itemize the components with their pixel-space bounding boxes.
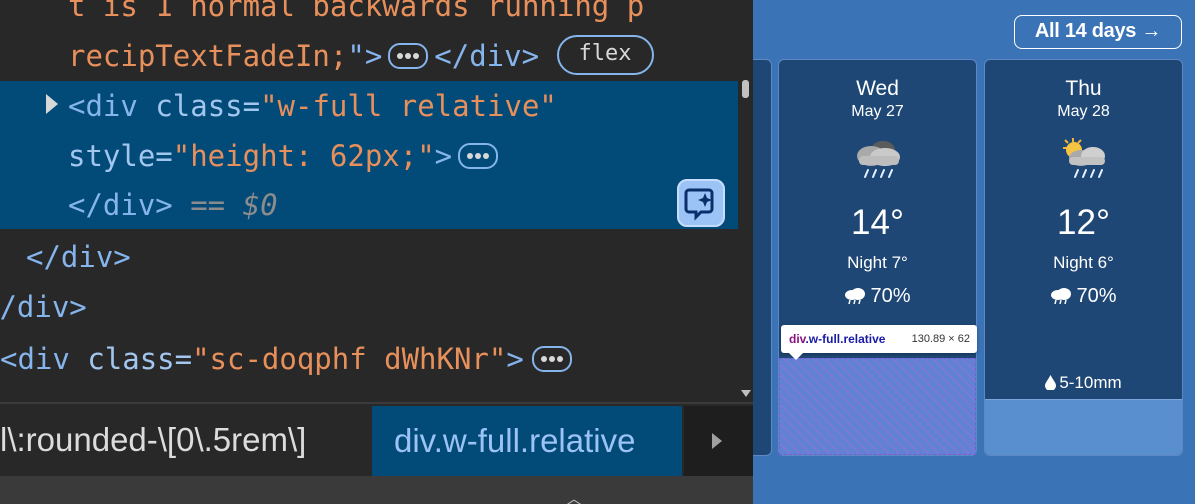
code-line-5[interactable]: </div> == $0: [68, 185, 278, 229]
ellipsis-icon[interactable]: [388, 43, 429, 69]
ellipsis-icon[interactable]: [531, 346, 572, 372]
tree-scrollbar[interactable]: [738, 80, 753, 402]
rain-amount-value: 5-10mm: [1059, 373, 1122, 392]
tooltip-dimensions: 130.89 × 62: [911, 333, 970, 345]
chevron-up-icon[interactable]: ︿: [566, 491, 582, 504]
cloud-rain-small-icon: [1051, 288, 1072, 305]
closing-tag: </div>: [68, 188, 173, 222]
all-days-button[interactable]: All 14 days →: [1014, 15, 1182, 49]
code-line-7[interactable]: </div>: [0, 287, 87, 331]
code-line-3[interactable]: <div class="w-full relative": [68, 86, 557, 130]
tooltip-selector: div.w-full.relative: [789, 325, 885, 353]
tag-open: <div: [68, 89, 156, 123]
night-temperature: Night 7°: [847, 253, 908, 272]
closing-tag: </div>: [0, 290, 87, 324]
breadcrumb-item-selected[interactable]: div.w-full.relative: [372, 406, 682, 476]
attribute-value-text: recipTextFadeIn;: [68, 39, 348, 73]
tag-close: >: [506, 342, 524, 376]
breadcrumb-item[interactable]: l\:rounded-\[0\.5rem\]: [0, 404, 306, 476]
precipitation-value: 70%: [1076, 285, 1117, 307]
day-name: Wed: [856, 77, 899, 100]
day-date: May 27: [851, 103, 904, 120]
code-line-8[interactable]: <div class="sc-doqphf dWhKNr">: [0, 339, 572, 383]
cloud-rain-icon: [857, 141, 900, 178]
code-line-6[interactable]: </div>: [26, 237, 131, 281]
droplet-icon: [1045, 375, 1057, 391]
selected-node-reference: == $0: [172, 188, 278, 222]
attribute-name: class=: [155, 89, 261, 123]
day-card-previous[interactable]: [753, 59, 772, 456]
tooltip-classes: .w-full.relative: [805, 332, 886, 346]
breadcrumb: l\:rounded-\[0\.5rem\] div.w-full.relati…: [0, 402, 753, 478]
sun-cloud-rain-icon: [1063, 138, 1105, 178]
triangle-right-icon: [712, 433, 722, 449]
breadcrumb-next-button[interactable]: [684, 406, 753, 476]
day-name: Thu: [1065, 77, 1102, 100]
closing-tag: </div>: [434, 39, 540, 73]
code-line-4[interactable]: style="height: 62px;">: [68, 136, 499, 180]
closing-tag: </div>: [26, 240, 131, 274]
precip-bar: [985, 399, 1182, 455]
expand-triangle-icon[interactable]: [46, 94, 58, 114]
drawer-strip: [0, 476, 753, 504]
precipitation-chance: 70%: [779, 285, 976, 308]
tooltip-tag-name: div: [789, 332, 806, 346]
rain-amount: 5-10mm: [985, 373, 1182, 393]
day-card[interactable]: Thu May 28 12° Night 6° 70% 5-10mm: [984, 59, 1183, 456]
scrollbar-thumb[interactable]: [742, 80, 749, 98]
ai-assist-button[interactable]: [677, 179, 725, 227]
code-line-2[interactable]: recipTextFadeIn;"> </div> flex: [68, 35, 654, 80]
flex-badge[interactable]: flex: [556, 35, 654, 75]
precipitation-value: 70%: [870, 285, 911, 307]
code-line-1[interactable]: t is 1 normal backwards running p: [68, 0, 644, 30]
tag-open: <div: [0, 342, 88, 376]
inspector-tooltip: div.w-full.relative 130.89 × 62: [781, 325, 977, 360]
cloud-rain-small-icon: [845, 288, 866, 305]
devtools-elements-panel: t is 1 normal backwards running p recipT…: [0, 0, 753, 504]
tag-close: >: [434, 139, 453, 173]
day-date: May 28: [1057, 103, 1110, 120]
attribute-name: style=: [68, 139, 173, 173]
inspected-element-overlay: [779, 358, 976, 455]
scroll-down-arrow-icon[interactable]: [741, 390, 751, 397]
attribute-name: class=: [87, 342, 193, 376]
attribute-value: "height: 62px;": [172, 139, 435, 173]
precipitation-chance: 70%: [985, 285, 1182, 308]
day-temperature: 14°: [851, 203, 904, 242]
night-temperature: Night 6°: [1053, 253, 1114, 272]
ai-sparkle-icon: [684, 188, 714, 221]
ellipsis-icon[interactable]: [458, 143, 499, 169]
attribute-value-text: t is 1 normal backwards running p: [68, 0, 645, 23]
attribute-value: "w-full relative": [260, 89, 557, 123]
tag-close: ">: [347, 39, 383, 73]
day-temperature: 12°: [1057, 203, 1110, 242]
attribute-value: "sc-doqphf dWhKNr": [192, 342, 507, 376]
